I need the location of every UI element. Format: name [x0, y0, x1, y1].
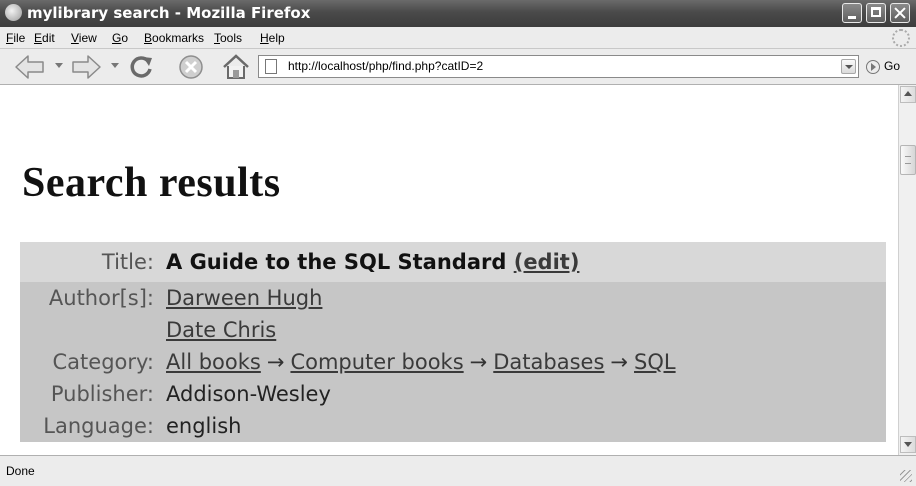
- title-bar: mylibrary search - Mozilla Firefox: [0, 0, 916, 27]
- category-label: Category:: [52, 350, 154, 374]
- menu-go[interactable]: Go: [112, 31, 128, 45]
- page-content: Search results Title: A Guide to the SQL…: [0, 85, 898, 455]
- address-bar[interactable]: http://localhost/php/find.php?catID=2: [258, 55, 859, 78]
- title-row: Title: A Guide to the SQL Standard (edit…: [20, 242, 886, 282]
- status-bar: Done: [0, 455, 916, 486]
- category-link-databases[interactable]: Databases: [493, 350, 604, 374]
- close-button[interactable]: [890, 3, 910, 23]
- category-separator: →: [266, 350, 285, 374]
- publisher-label: Publisher:: [50, 382, 154, 406]
- author-value: Date Chris: [166, 318, 276, 342]
- scroll-down-icon[interactable]: [900, 436, 916, 453]
- title-value: A Guide to the SQL Standard (edit): [166, 250, 579, 274]
- go-button-label[interactable]: Go: [884, 59, 900, 73]
- back-history-dropdown[interactable]: [55, 63, 63, 68]
- minimize-button[interactable]: [842, 3, 862, 23]
- back-icon[interactable]: [14, 54, 46, 80]
- edit-link[interactable]: (edit): [514, 250, 580, 274]
- author-link[interactable]: Darween Hugh: [166, 286, 322, 310]
- author-value: Darween Hugh: [166, 286, 322, 310]
- category-link-sql[interactable]: SQL: [634, 350, 676, 374]
- language-value: english: [166, 414, 242, 438]
- page-heading: Search results: [22, 160, 281, 206]
- scroll-thumb[interactable]: [900, 145, 916, 175]
- category-link-computer-books[interactable]: Computer books: [290, 350, 463, 374]
- category-separator: →: [469, 350, 488, 374]
- category-link-all-books[interactable]: All books: [166, 350, 261, 374]
- language-label: Language:: [43, 414, 154, 438]
- stop-icon[interactable]: [178, 54, 204, 80]
- publisher-value: Addison-Wesley: [166, 382, 331, 406]
- url-history-dropdown[interactable]: [841, 59, 856, 74]
- title-label: Title:: [101, 250, 154, 274]
- menu-file[interactable]: File: [6, 31, 25, 45]
- book-title: A Guide to the SQL Standard: [166, 250, 507, 274]
- home-icon[interactable]: [221, 54, 251, 80]
- url-text[interactable]: http://localhost/php/find.php?catID=2: [288, 59, 483, 73]
- maximize-button[interactable]: [866, 3, 886, 23]
- throbber-icon: [892, 29, 910, 47]
- menu-edit[interactable]: Edit: [34, 31, 55, 45]
- forward-history-dropdown[interactable]: [111, 63, 119, 68]
- browser-window: mylibrary search - Mozilla Firefox File …: [0, 0, 916, 486]
- menu-tools[interactable]: Tools: [214, 31, 242, 45]
- window-title: mylibrary search - Mozilla Firefox: [27, 4, 311, 22]
- menu-bar: File Edit View Go Bookmarks Tools Help: [0, 27, 916, 49]
- author-link[interactable]: Date Chris: [166, 318, 276, 342]
- category-path: All books → Computer books → Databases → SQL: [166, 350, 676, 374]
- firefox-icon: [5, 4, 22, 21]
- menu-bookmarks[interactable]: Bookmarks: [144, 31, 204, 45]
- vertical-scrollbar[interactable]: [898, 85, 916, 455]
- navigation-toolbar: http://localhost/php/find.php?catID=2 Go: [0, 49, 916, 85]
- menu-view[interactable]: View: [71, 31, 97, 45]
- search-result-record: Title: A Guide to the SQL Standard (edit…: [20, 242, 886, 442]
- page-icon: [265, 59, 277, 74]
- reload-icon[interactable]: [127, 54, 155, 80]
- resize-grip-icon[interactable]: [900, 470, 912, 482]
- author-label: Author[s]:: [48, 286, 154, 310]
- forward-icon[interactable]: [70, 54, 102, 80]
- category-separator: →: [610, 350, 629, 374]
- go-icon[interactable]: [866, 60, 880, 74]
- status-text: Done: [6, 464, 35, 478]
- record-details: Author[s]: Darween Hugh Date Chris Categ…: [20, 282, 886, 442]
- menu-help[interactable]: Help: [260, 31, 285, 45]
- scroll-up-icon[interactable]: [900, 86, 916, 103]
